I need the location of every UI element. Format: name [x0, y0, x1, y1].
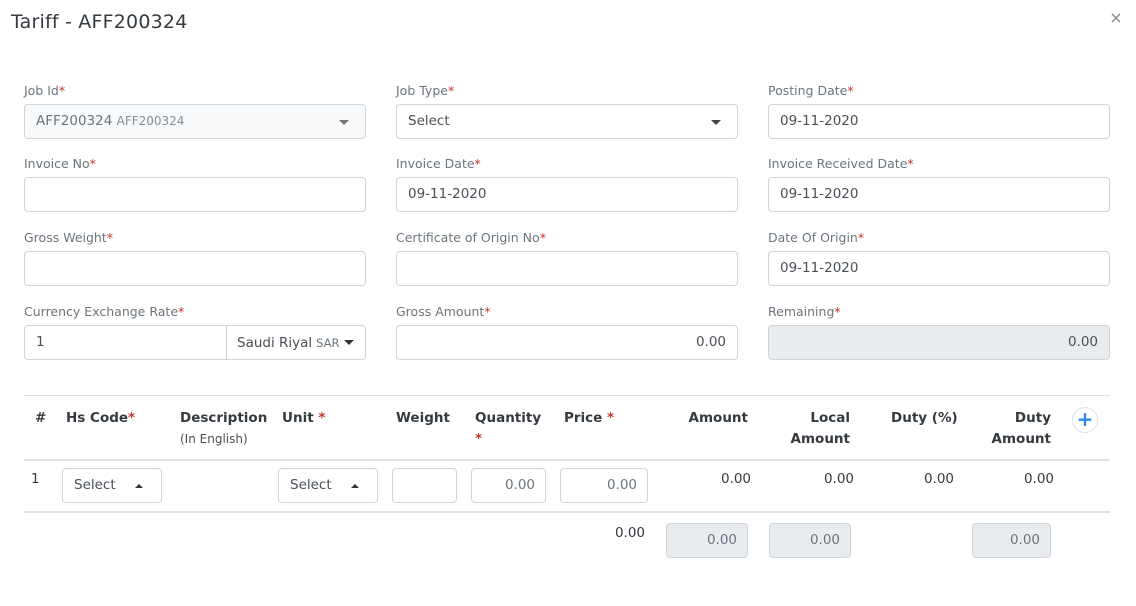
date-of-origin-label: Date Of Origin* [768, 230, 865, 245]
posting-date-input[interactable]: 09-11-2020 [768, 104, 1110, 139]
gross-amount-input[interactable]: 0.00 [396, 325, 738, 360]
currency-exchange-rate-field: Currency Exchange Rate* 1 Saudi Riyal SA… [24, 303, 366, 360]
header-hs-code: Hs Code* [66, 410, 136, 426]
certificate-of-origin-field: Certificate of Origin No* [396, 229, 738, 286]
amount-total: 0.00 [666, 523, 748, 558]
currency-name: Saudi Riyal [237, 334, 313, 351]
invoice-received-date-field: Invoice Received Date* 09-11-2020 [768, 155, 1110, 212]
header-unit: Unit * [282, 410, 326, 426]
hs-code-select[interactable]: Select [62, 468, 162, 503]
job-type-select[interactable]: Select [396, 104, 738, 139]
gross-weight-input[interactable] [24, 251, 366, 286]
duty-percent-value: 0.00 [923, 471, 954, 487]
add-row-button[interactable]: + [1072, 407, 1098, 433]
chevron-up-icon [351, 484, 359, 488]
amount-value: 0.00 [720, 471, 751, 487]
header-index: # [35, 410, 47, 426]
unit-select[interactable]: Select [278, 468, 378, 503]
header-quantity: Quantity * [475, 410, 542, 447]
chevron-down-icon [711, 120, 721, 125]
row-index: 1 [31, 471, 40, 487]
header-weight: Weight [396, 410, 450, 426]
chevron-down-icon [343, 340, 354, 345]
job-id-label: Job Id* [24, 83, 66, 98]
gross-weight-field: Gross Weight* [24, 229, 366, 286]
gross-weight-label: Gross Weight* [24, 230, 113, 245]
currency-dropdown[interactable]: Saudi Riyal SAR [227, 325, 366, 360]
job-id-field: Job Id* AFF200324 AFF200324 [24, 82, 366, 139]
job-type-field: Job Type* Select [396, 82, 738, 139]
remaining-input: 0.00 [768, 325, 1110, 360]
price-input[interactable]: 0.00 [560, 468, 648, 503]
job-id-value: AFF200324 [36, 113, 113, 129]
date-of-origin-input[interactable]: 09-11-2020 [768, 251, 1110, 286]
remaining-field: Remaining* 0.00 [768, 303, 1110, 360]
header-duty-percent: Duty (%) [891, 410, 958, 426]
invoice-no-field: Invoice No* [24, 155, 366, 212]
header-description-sub: (In English) [180, 432, 248, 446]
date-of-origin-field: Date Of Origin* 09-11-2020 [768, 229, 1110, 286]
invoice-received-date-label: Invoice Received Date* [768, 156, 914, 171]
unit-value: Select [290, 477, 332, 493]
weight-input[interactable] [392, 468, 457, 503]
job-type-label: Job Type* [396, 83, 455, 98]
posting-date-field: Posting Date* 09-11-2020 [768, 82, 1110, 139]
price-total: 0.00 [614, 525, 645, 541]
invoice-date-field: Invoice Date* 09-11-2020 [396, 155, 738, 212]
currency-code: SAR [316, 335, 340, 350]
gross-amount-label: Gross Amount* [396, 304, 491, 319]
quantity-input[interactable]: 0.00 [471, 468, 546, 503]
chevron-down-icon [339, 120, 349, 125]
currency-exchange-rate-label: Currency Exchange Rate* [24, 304, 185, 319]
invoice-no-label: Invoice No* [24, 156, 96, 171]
invoice-date-input[interactable]: 09-11-2020 [396, 177, 738, 212]
remaining-label: Remaining* [768, 304, 841, 319]
invoice-no-input[interactable] [24, 177, 366, 212]
header-price: Price * [564, 410, 615, 426]
modal-title: Tariff - AFF200324 [11, 11, 188, 33]
table-totals: 0.00 0.00 0.00 0.00 [24, 513, 1110, 573]
duty-amount-value: 0.00 [1023, 471, 1054, 487]
posting-date-label: Posting Date* [768, 83, 854, 98]
currency-group: 1 Saudi Riyal SAR [24, 325, 366, 360]
header-amount: Amount [688, 410, 748, 426]
chevron-up-icon [135, 484, 143, 488]
duty-amount-total: 0.00 [972, 523, 1051, 558]
invoice-received-date-input[interactable]: 09-11-2020 [768, 177, 1110, 212]
hs-code-value: Select [74, 477, 116, 493]
table-header: # Hs Code* Description (In English) Unit … [24, 395, 1110, 461]
local-amount-total: 0.00 [769, 523, 851, 558]
job-type-value: Select [408, 113, 450, 129]
local-amount-value: 0.00 [823, 471, 854, 487]
header-description: Description (In English) [180, 408, 267, 449]
job-id-select[interactable]: AFF200324 AFF200324 [24, 104, 366, 139]
certificate-of-origin-label: Certificate of Origin No* [396, 230, 546, 245]
header-local-amount: Local Amount [790, 410, 850, 447]
certificate-of-origin-input[interactable] [396, 251, 738, 286]
table-row: 1 Select Select 0.00 0.00 0.00 0.00 0.00… [24, 461, 1110, 513]
invoice-date-label: Invoice Date* [396, 156, 481, 171]
close-icon[interactable]: × [1108, 8, 1124, 28]
job-id-subvalue: AFF200324 [116, 114, 185, 128]
gross-amount-field: Gross Amount* 0.00 [396, 303, 738, 360]
exchange-rate-input[interactable]: 1 [24, 325, 227, 360]
header-duty-amount: Duty Amount [991, 410, 1051, 447]
